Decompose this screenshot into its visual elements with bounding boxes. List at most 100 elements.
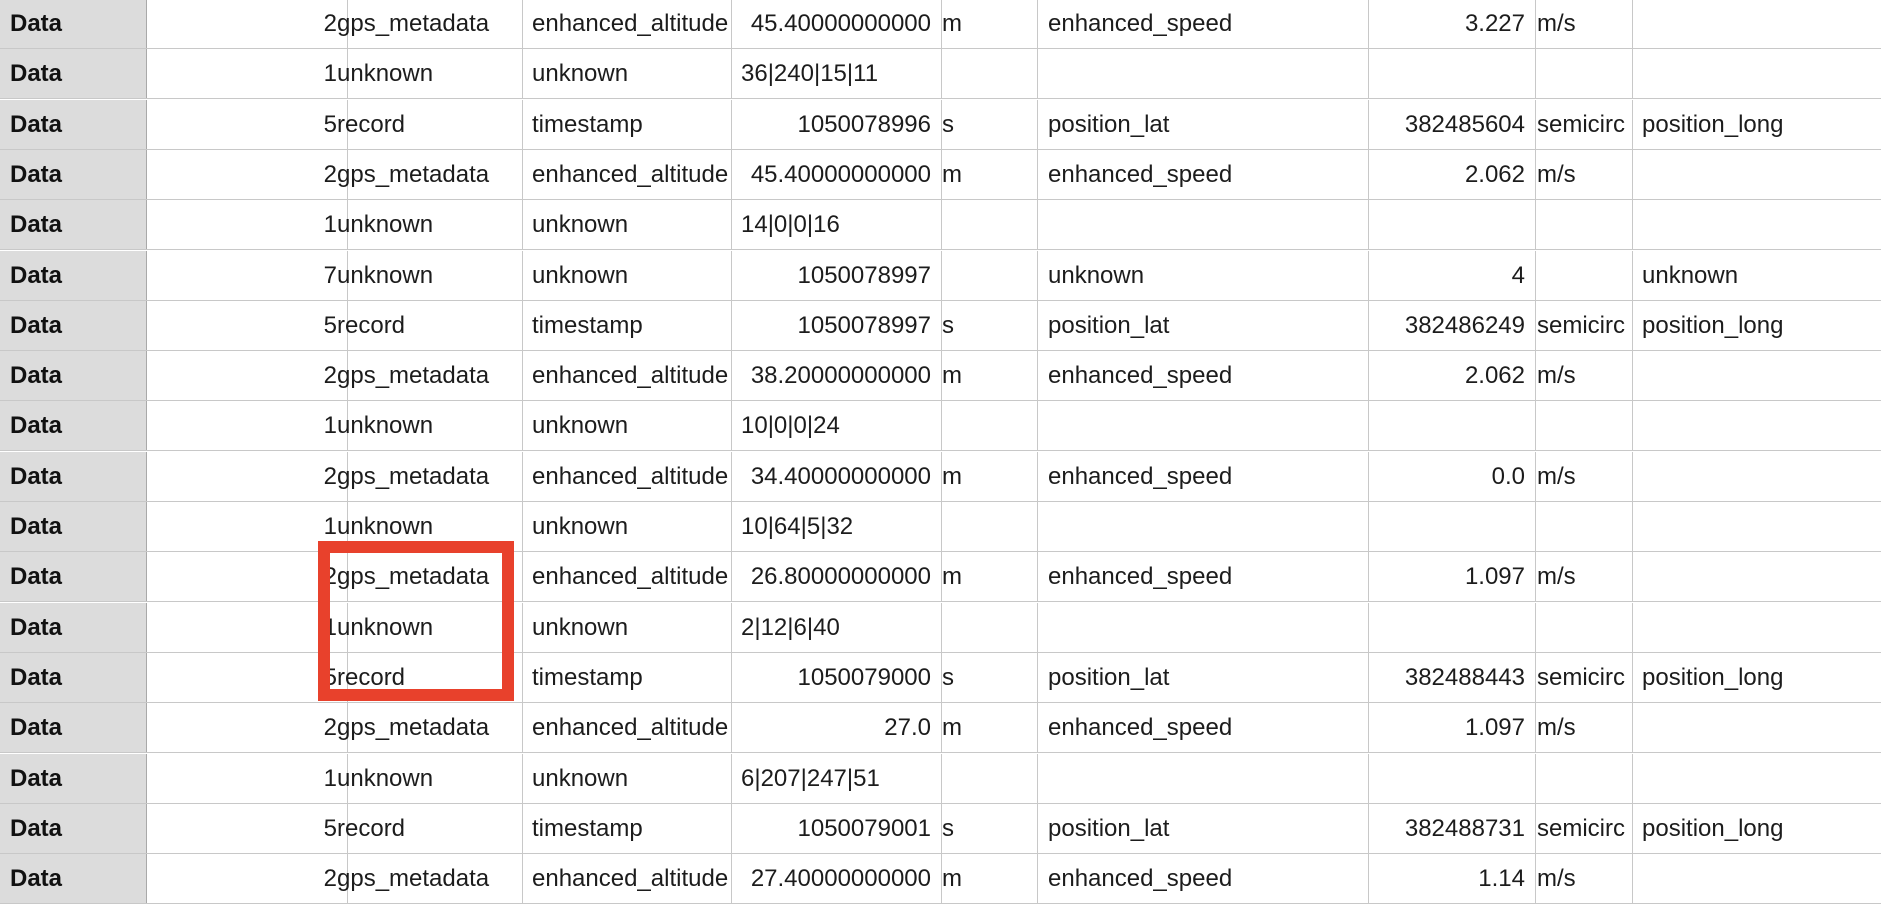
value-cell[interactable]: 4: [1367, 250, 1536, 301]
value-cell[interactable]: 382488731: [1367, 803, 1536, 854]
local-number-cell[interactable]: 2: [137, 149, 348, 200]
units-cell[interactable]: s: [932, 652, 1038, 703]
units-cell[interactable]: s: [932, 300, 1038, 351]
value-cell[interactable]: 382486249: [1367, 300, 1536, 351]
value-cell[interactable]: 1050079000: [731, 652, 942, 703]
row-type-cell[interactable]: Data: [0, 99, 147, 150]
field-name-cell[interactable]: timestamp: [522, 99, 732, 150]
field-name-cell[interactable]: [1038, 602, 1369, 653]
message-cell[interactable]: record: [327, 99, 523, 150]
units-cell[interactable]: [1527, 250, 1633, 301]
field-name-cell[interactable]: [1038, 401, 1369, 452]
message-cell[interactable]: record: [327, 803, 523, 854]
field-name-cell[interactable]: enhanced_speed: [1038, 351, 1369, 402]
value-cell[interactable]: 45.40000000000: [731, 0, 942, 49]
table-row[interactable]: Data 5 record timestamp 1050078997 s position_…: [0, 300, 1881, 351]
field-name-cell[interactable]: position_long: [1632, 301, 1881, 351]
local-number-cell[interactable]: 1: [137, 200, 348, 251]
field-name-cell[interactable]: [1038, 200, 1369, 251]
value-cell[interactable]: 2.062: [1367, 351, 1536, 402]
value-cell[interactable]: 36|240|15|11: [731, 49, 942, 100]
value-cell[interactable]: 10|0|0|24: [731, 401, 942, 452]
local-number-cell[interactable]: 5: [137, 652, 348, 703]
message-cell[interactable]: gps_metadata: [327, 552, 523, 603]
value-cell[interactable]: 2|12|6|40: [731, 602, 942, 653]
row-type-cell[interactable]: Data: [0, 854, 147, 905]
field-name-cell[interactable]: [1632, 854, 1881, 905]
field-name-cell[interactable]: position_lat: [1038, 652, 1369, 703]
value-cell[interactable]: [1367, 49, 1536, 100]
local-number-cell[interactable]: 2: [137, 351, 348, 402]
units-cell[interactable]: m/s: [1527, 0, 1633, 49]
units-cell[interactable]: s: [932, 803, 1038, 854]
row-type-cell[interactable]: Data: [0, 0, 147, 49]
field-name-cell[interactable]: timestamp: [522, 652, 732, 703]
field-name-cell[interactable]: unknown: [522, 250, 732, 301]
field-name-cell[interactable]: [1038, 753, 1369, 804]
value-cell[interactable]: 1050078997: [731, 300, 942, 351]
units-cell[interactable]: semicirc: [1527, 300, 1633, 351]
message-cell[interactable]: record: [327, 652, 523, 703]
row-type-cell[interactable]: Data: [0, 502, 147, 552]
field-name-cell[interactable]: unknown: [1038, 250, 1369, 301]
message-cell[interactable]: gps_metadata: [327, 854, 523, 905]
units-cell[interactable]: m/s: [1527, 703, 1633, 754]
units-cell[interactable]: [932, 250, 1038, 301]
field-name-cell[interactable]: enhanced_speed: [1038, 552, 1369, 603]
table-row[interactable]: Data 1 unknown unknown 10|0|0|24: [0, 401, 1881, 452]
units-cell[interactable]: m: [932, 552, 1038, 603]
field-name-cell[interactable]: unknown: [522, 200, 732, 251]
row-type-cell[interactable]: Data: [0, 300, 147, 351]
field-name-cell[interactable]: [1632, 754, 1881, 804]
local-number-cell[interactable]: 5: [137, 803, 348, 854]
field-name-cell[interactable]: enhanced_altitude: [522, 552, 732, 603]
field-name-cell[interactable]: [1632, 200, 1881, 251]
units-cell[interactable]: [1527, 753, 1633, 804]
message-cell[interactable]: unknown: [327, 49, 523, 100]
value-cell[interactable]: 1050078997: [731, 250, 942, 301]
units-cell[interactable]: [932, 602, 1038, 653]
field-name-cell[interactable]: enhanced_altitude: [522, 149, 732, 200]
units-cell[interactable]: [1527, 200, 1633, 251]
field-name-cell[interactable]: [1632, 49, 1881, 100]
field-name-cell[interactable]: [1632, 502, 1881, 552]
field-name-cell[interactable]: enhanced_speed: [1038, 0, 1369, 49]
table-row[interactable]: Data 5 record timestamp 1050078996 s position_…: [0, 99, 1881, 150]
table-row[interactable]: Data 7 unknown unknown 1050078997 unknown 4 unk…: [0, 250, 1881, 301]
row-type-cell[interactable]: Data: [0, 451, 147, 502]
units-cell[interactable]: m: [932, 451, 1038, 502]
value-cell[interactable]: [1367, 753, 1536, 804]
field-name-cell[interactable]: [1632, 150, 1881, 200]
value-cell[interactable]: 1050079001: [731, 803, 942, 854]
table-row[interactable]: Data 2 gps_metadata enhanced_altitude 26.800…: [0, 552, 1881, 603]
field-name-cell[interactable]: enhanced_speed: [1038, 149, 1369, 200]
local-number-cell[interactable]: 5: [137, 99, 348, 150]
field-name-cell[interactable]: [1632, 351, 1881, 402]
value-cell[interactable]: 1.097: [1367, 552, 1536, 603]
message-cell[interactable]: gps_metadata: [327, 451, 523, 502]
value-cell[interactable]: 6|207|247|51: [731, 753, 942, 804]
row-type-cell[interactable]: Data: [0, 49, 147, 100]
message-cell[interactable]: gps_metadata: [327, 351, 523, 402]
value-cell[interactable]: [1367, 602, 1536, 653]
local-number-cell[interactable]: 5: [137, 300, 348, 351]
units-cell[interactable]: m: [932, 149, 1038, 200]
field-name-cell[interactable]: [1632, 603, 1881, 653]
value-cell[interactable]: 27.40000000000: [731, 854, 942, 905]
value-cell[interactable]: 10|64|5|32: [731, 502, 942, 552]
table-row[interactable]: Data 5 record timestamp 1050079000 s position_…: [0, 652, 1881, 703]
units-cell[interactable]: [932, 200, 1038, 251]
local-number-cell[interactable]: 1: [137, 753, 348, 804]
field-name-cell[interactable]: [1632, 0, 1881, 49]
local-number-cell[interactable]: 2: [137, 552, 348, 603]
units-cell[interactable]: [1527, 602, 1633, 653]
local-number-cell[interactable]: 2: [137, 451, 348, 502]
message-cell[interactable]: gps_metadata: [327, 703, 523, 754]
table-row[interactable]: Data 2 gps_metadata enhanced_altitude 27.400…: [0, 854, 1881, 905]
table-row[interactable]: Data 5 record timestamp 1050079001 s position_…: [0, 803, 1881, 854]
value-cell[interactable]: 26.80000000000: [731, 552, 942, 603]
table-row[interactable]: Data 2 gps_metadata enhanced_altitude 27.0 m e…: [0, 703, 1881, 754]
local-number-cell[interactable]: 2: [137, 854, 348, 905]
field-name-cell[interactable]: unknown: [1632, 251, 1881, 301]
value-cell[interactable]: 27.0: [731, 703, 942, 754]
